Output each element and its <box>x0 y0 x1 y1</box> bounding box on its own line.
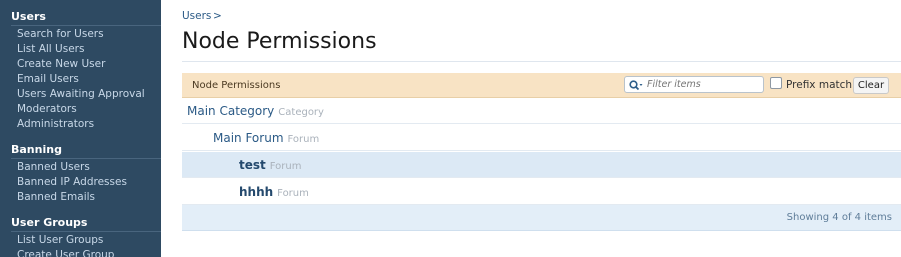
sidebar-item-email-users[interactable]: Email Users <box>17 73 79 85</box>
breadcrumb-users[interactable]: Users <box>182 10 211 22</box>
node-type: Category <box>278 107 324 118</box>
breadcrumb-separator: > <box>213 10 222 22</box>
sidebar-heading-banning[interactable]: Banning <box>11 143 62 156</box>
node-type: Forum <box>269 161 302 172</box>
sidebar-heading-users[interactable]: Users <box>11 10 46 23</box>
filter-box[interactable] <box>624 76 764 93</box>
sidebar-item-create-user-group[interactable]: Create User Group <box>17 249 114 257</box>
item-count-text: Showing 4 of 4 items <box>786 212 892 223</box>
search-icon <box>629 80 643 91</box>
divider <box>182 61 901 62</box>
sidebar-item-search-for-users[interactable]: Search for Users <box>17 28 104 40</box>
node-link[interactable]: Main Forum Forum <box>213 131 319 145</box>
sidebar-item-moderators[interactable]: Moderators <box>17 103 77 115</box>
node-name[interactable]: test <box>239 158 266 172</box>
node-name[interactable]: hhhh <box>239 185 273 199</box>
list-item[interactable]: hhhh Forum <box>182 179 901 205</box>
prefix-match-checkbox[interactable] <box>770 77 782 89</box>
list-header-label: Node Permissions <box>192 80 281 91</box>
node-name[interactable]: Main Category <box>187 104 274 118</box>
sidebar-item-banned-users[interactable]: Banned Users <box>17 161 90 173</box>
node-link[interactable]: Main Category Category <box>187 104 324 118</box>
node-type: Forum <box>277 188 309 199</box>
prefix-match-label[interactable]: Prefix match <box>786 79 852 91</box>
list-header-bar: Node Permissions Prefix match Clear <box>182 73 901 98</box>
sidebar-item-create-new-user[interactable]: Create New User <box>17 58 105 70</box>
list-footer: Showing 4 of 4 items <box>182 205 901 231</box>
sidebar-heading-user-groups[interactable]: User Groups <box>11 216 87 229</box>
admin-sidebar: Users Search for Users List All Users Cr… <box>0 0 161 257</box>
sidebar-item-administrators[interactable]: Administrators <box>17 118 94 130</box>
divider <box>11 231 161 232</box>
sidebar-item-list-all-users[interactable]: List All Users <box>17 43 84 55</box>
list-item[interactable]: Main Category Category <box>182 98 901 124</box>
divider <box>11 158 161 159</box>
main-content: Users > Node Permissions Node Permission… <box>182 0 901 257</box>
sidebar-item-list-user-groups[interactable]: List User Groups <box>17 234 103 246</box>
clear-button[interactable]: Clear <box>853 77 889 94</box>
page-title: Node Permissions <box>182 29 377 54</box>
sidebar-item-banned-ip-addresses[interactable]: Banned IP Addresses <box>17 176 127 188</box>
node-type: Forum <box>287 134 320 145</box>
node-link[interactable]: test Forum <box>239 158 301 172</box>
sidebar-item-banned-emails[interactable]: Banned Emails <box>17 191 95 203</box>
node-name[interactable]: Main Forum <box>213 131 284 145</box>
list-item[interactable]: test Forum <box>182 152 901 178</box>
divider <box>11 25 161 26</box>
list-item[interactable]: Main Forum Forum <box>182 125 901 151</box>
filter-input[interactable] <box>647 78 759 91</box>
node-link[interactable]: hhhh Forum <box>239 185 309 199</box>
sidebar-item-users-awaiting-approval[interactable]: Users Awaiting Approval <box>17 88 145 100</box>
